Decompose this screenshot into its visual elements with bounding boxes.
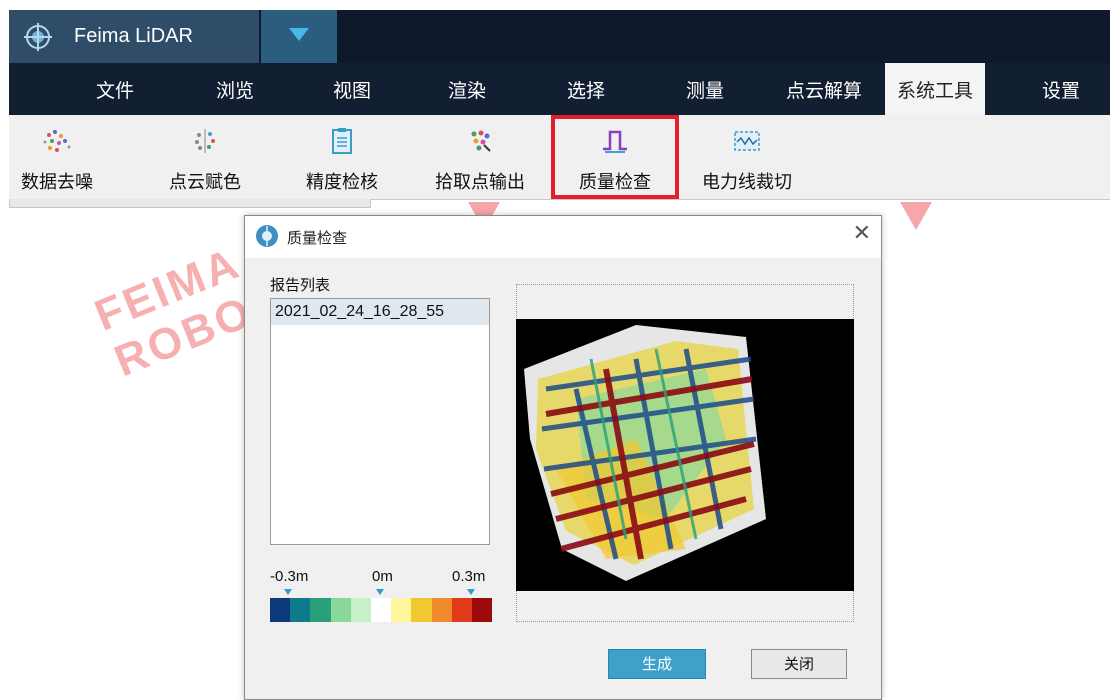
colorbar-swatch xyxy=(471,598,493,622)
pointcloud-image xyxy=(524,325,766,581)
colorbar-swatch xyxy=(370,598,392,622)
pulse-icon xyxy=(603,130,627,153)
scale-mid-label: 0m xyxy=(372,568,393,585)
tool-pick-points-export[interactable]: 拾取点输出 xyxy=(417,115,543,199)
menu-measure[interactable]: 测量 xyxy=(665,63,745,115)
app-tab[interactable]: Feima LiDAR xyxy=(9,10,259,63)
app-title: Feima LiDAR xyxy=(74,25,193,47)
menu-browse[interactable]: 浏览 xyxy=(195,63,275,115)
tool-powerline-clip[interactable]: 电力线裁切 xyxy=(687,115,807,199)
scale-min-label: -0.3m xyxy=(270,568,309,585)
powerline-icon xyxy=(734,131,760,151)
dialog-logo-icon xyxy=(256,225,278,247)
report-list-item[interactable]: 2021_02_24_16_28_55 xyxy=(271,299,489,325)
menu-select[interactable]: 选择 xyxy=(546,63,626,115)
quality-check-dialog: 质量检查 ✕ 报告列表 2021_02_24_16_28_55 -0.3m 0m… xyxy=(244,215,882,700)
report-list-label: 报告列表 xyxy=(270,276,331,294)
watermark-triangle xyxy=(900,202,932,230)
scale-marker-min xyxy=(284,589,292,595)
colorbar-swatch xyxy=(290,598,311,622)
side-panel-strip xyxy=(9,199,371,208)
title-bar: Feima LiDAR xyxy=(9,10,1110,63)
colorbar-swatch xyxy=(411,598,432,622)
menu-pointcloud-solve[interactable]: 点云解算 xyxy=(774,63,874,115)
chevron-down-icon xyxy=(289,28,309,41)
app-menu-dropdown[interactable] xyxy=(261,10,337,63)
tool-label: 点云赋色 xyxy=(169,172,241,193)
pointcloud-preview xyxy=(516,319,854,591)
menu-render[interactable]: 渲染 xyxy=(427,63,507,115)
tool-denoise[interactable]: 数据去噪 xyxy=(9,115,105,199)
pick-points-icon xyxy=(471,130,491,152)
colorbar-swatch xyxy=(391,598,412,622)
tool-label: 质量检查 xyxy=(579,172,651,193)
clipboard-icon xyxy=(332,128,352,154)
menu-system-tools[interactable]: 系统工具 xyxy=(885,63,985,115)
colorbar-swatch xyxy=(350,598,371,622)
colorbar-swatch xyxy=(270,598,291,622)
menu-view[interactable]: 视图 xyxy=(312,63,392,115)
colorbar-swatch xyxy=(431,598,452,622)
report-list[interactable]: 2021_02_24_16_28_55 xyxy=(270,298,490,545)
tool-label: 拾取点输出 xyxy=(435,172,525,193)
menu-bar: 文件 浏览 视图 渲染 选择 测量 点云解算 系统工具 设置 xyxy=(9,63,1110,115)
colorbar-swatch xyxy=(310,598,331,622)
tool-label: 数据去噪 xyxy=(21,172,93,193)
colorize-icon xyxy=(195,129,215,153)
close-button[interactable]: 关闭 xyxy=(751,649,847,679)
dialog-title-bar[interactable]: 质量检查 ✕ xyxy=(245,216,881,258)
tool-accuracy-check[interactable]: 精度检核 xyxy=(294,115,390,199)
colorbar-swatch xyxy=(330,598,351,622)
tool-colorize[interactable]: 点云赋色 xyxy=(157,115,253,199)
elevation-colorbar xyxy=(270,598,493,622)
dialog-title: 质量检查 xyxy=(287,229,348,247)
tool-quality-check[interactable]: 质量检查 xyxy=(551,115,679,199)
denoise-icon xyxy=(43,130,71,152)
scale-max-label: 0.3m xyxy=(452,568,486,585)
tool-label: 电力线裁切 xyxy=(702,172,792,193)
menu-file[interactable]: 文件 xyxy=(75,63,155,115)
toolbar-ribbon: 数据去噪 点云赋色 精度检核 拾取点输出 质量检查 电力线裁切 xyxy=(9,115,1110,200)
scale-marker-mid xyxy=(376,589,384,595)
menu-settings[interactable]: 设置 xyxy=(1021,63,1101,115)
close-icon[interactable]: ✕ xyxy=(853,221,871,246)
tool-label: 精度检核 xyxy=(306,172,378,193)
app-logo-icon xyxy=(24,23,52,51)
colorbar-swatch xyxy=(451,598,472,622)
colorbar-scale-labels: -0.3m 0m 0.3m xyxy=(270,568,492,588)
scale-marker-max xyxy=(467,589,475,595)
generate-button[interactable]: 生成 xyxy=(608,649,706,679)
